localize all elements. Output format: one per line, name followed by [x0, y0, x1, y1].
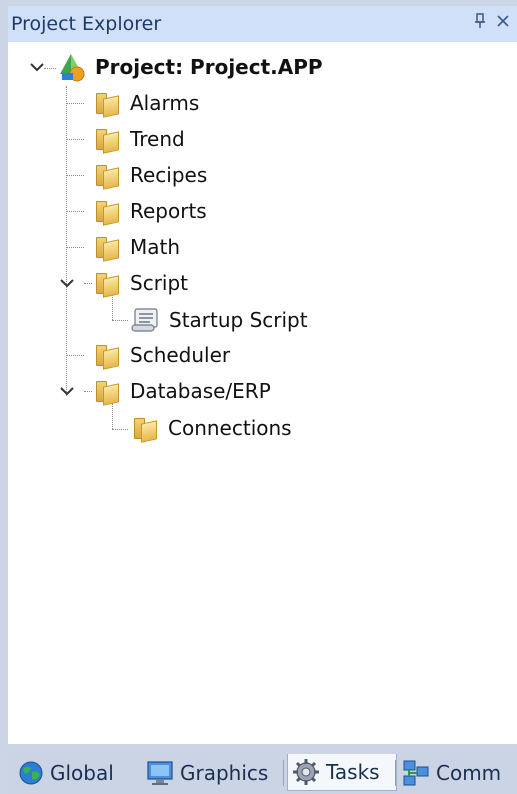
chevron-down-icon[interactable]	[56, 380, 78, 402]
folder-icon	[94, 163, 120, 190]
tree-item-recipes[interactable]: Recipes	[94, 160, 207, 190]
folder-icon	[94, 271, 120, 298]
tab-label: Tasks	[326, 760, 380, 784]
tree-item-connections[interactable]: Connections	[132, 413, 292, 443]
tree-item-label: Scheduler	[130, 343, 231, 367]
monitor-icon	[147, 761, 173, 785]
folder-icon	[94, 235, 120, 262]
folder-icon	[94, 91, 120, 118]
network-icon	[403, 760, 429, 786]
folder-icon	[94, 379, 120, 406]
chevron-down-icon[interactable]	[26, 56, 48, 78]
tree-item-alarms[interactable]: Alarms	[94, 88, 199, 118]
tree-item-label: Math	[130, 235, 181, 259]
folder-icon	[94, 127, 120, 154]
script-icon	[131, 308, 158, 332]
gear-icon	[293, 759, 319, 785]
tree-item-script[interactable]: Script	[94, 268, 188, 298]
tree-item-label: Script	[130, 271, 189, 295]
pin-icon[interactable]	[473, 13, 487, 34]
tree-root-project[interactable]: Project: Project.APP	[56, 52, 323, 82]
tab-comm[interactable]: Comm	[402, 754, 512, 792]
tree-item-math[interactable]: Math	[94, 232, 180, 262]
tree-item-label: Database/ERP	[130, 379, 271, 403]
chevron-down-icon[interactable]	[56, 272, 78, 294]
folder-icon	[94, 343, 120, 370]
tree-connector	[66, 247, 84, 248]
tree-connector	[66, 355, 84, 356]
tree-connector	[66, 175, 84, 176]
tree-item-label: Alarms	[130, 91, 200, 115]
tab-separator	[395, 760, 396, 786]
tree-connector	[66, 139, 84, 140]
tree-root-label: Project: Project.APP	[95, 55, 323, 79]
tree-item-label: Recipes	[130, 163, 208, 187]
tree-item-scheduler[interactable]: Scheduler	[94, 340, 230, 370]
panel-titlebar: Project Explorer	[8, 6, 517, 42]
tab-label: Comm	[436, 761, 502, 785]
tree-connector	[112, 320, 128, 321]
globe-icon	[19, 761, 43, 785]
tab-global[interactable]: Global	[18, 754, 130, 792]
tree-connector	[112, 429, 128, 430]
tree-item-database-erp[interactable]: Database/ERP	[94, 376, 271, 406]
project-tree: Project: Project.APP Alarms Trend Recipe…	[8, 42, 517, 744]
tree-connector	[66, 103, 84, 104]
tree-connector	[112, 403, 113, 429]
tree-item-label: Connections	[168, 416, 292, 440]
tree-connector	[66, 211, 84, 212]
folder-icon	[94, 199, 120, 226]
tree-item-startup-script[interactable]: Startup Script	[130, 305, 308, 335]
tree-item-trend[interactable]: Trend	[94, 124, 185, 154]
tree-item-label: Trend	[130, 127, 185, 151]
tree-item-label: Reports	[130, 199, 207, 223]
panel-title: Project Explorer	[11, 13, 162, 35]
tree-connector	[84, 283, 92, 284]
tab-separator	[283, 760, 284, 786]
tree-connector	[66, 86, 67, 396]
close-icon[interactable]	[495, 10, 511, 34]
tab-tasks[interactable]: Tasks	[287, 754, 397, 791]
project-explorer-panel: Project Explorer Project: Project.APP Al…	[0, 0, 517, 794]
tab-graphics[interactable]: Graphics	[146, 754, 276, 792]
tab-label: Global	[50, 761, 114, 785]
folder-icon	[132, 416, 158, 443]
project-icon	[60, 54, 85, 82]
tab-label: Graphics	[180, 761, 269, 785]
tree-connector	[84, 391, 92, 392]
tree-item-label: Startup Script	[169, 308, 308, 332]
tree-item-reports[interactable]: Reports	[94, 196, 207, 226]
explorer-tabs: Global Graphics Tasks Comm	[8, 752, 517, 794]
